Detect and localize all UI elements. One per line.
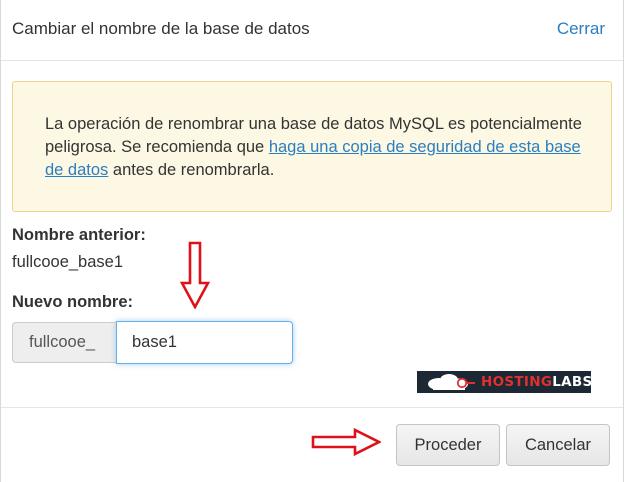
- close-link[interactable]: Cerrar: [557, 19, 605, 39]
- rename-database-dialog: Cambiar el nombre de la base de datos Ce…: [0, 0, 624, 482]
- old-name-label: Nombre anterior:: [12, 226, 146, 244]
- arrow-right-icon: [311, 428, 381, 456]
- old-name-value: fullcooe_base1: [12, 253, 124, 271]
- hostinglabs-logo: HOSTINGLABS: [417, 371, 592, 393]
- new-name-label: Nuevo nombre:: [12, 293, 134, 311]
- dialog-title: Cambiar el nombre de la base de datos: [12, 19, 310, 38]
- proceed-button[interactable]: Proceder: [396, 424, 500, 466]
- logo-text-labs: LABS: [552, 374, 593, 390]
- cloud-logo-icon: [428, 374, 475, 390]
- logo-text: HOSTINGLABS: [481, 374, 592, 390]
- cancel-button[interactable]: Cancelar: [506, 424, 610, 466]
- new-name-input[interactable]: [116, 321, 293, 364]
- warning-alert: La operación de renombrar una base de da…: [12, 81, 612, 212]
- arrow-down-icon: [180, 241, 210, 309]
- dialog-header: Cambiar el nombre de la base de datos Ce…: [1, 0, 623, 61]
- database-prefix: fullcooe_: [12, 322, 117, 363]
- logo-text-hosting: HOSTING: [481, 374, 553, 390]
- warning-text-after: antes de renombrarla.: [108, 161, 275, 179]
